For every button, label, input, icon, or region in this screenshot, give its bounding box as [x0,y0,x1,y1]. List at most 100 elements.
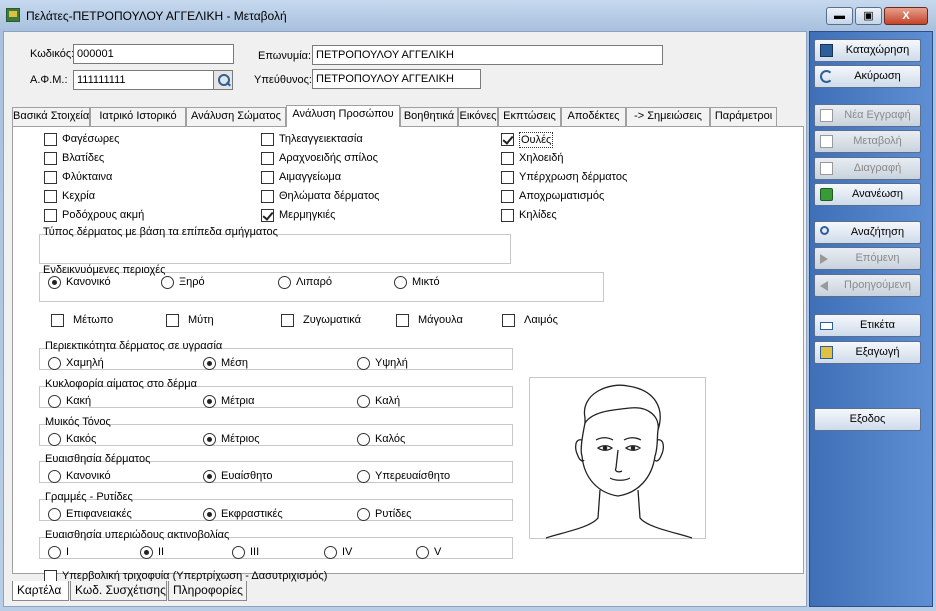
action-sidebar: Καταχώρηση Ακύρωση Νέα Εγγραφή Μεταβολή Διαγ… [809,31,933,607]
sidebar-button-3[interactable]: Νέα Εγγραφή [814,104,921,127]
condition-label: Μερμηγκιές [279,209,336,221]
tab-1[interactable]: Βασικά Στοιχεία [12,107,90,126]
face-outline-image [529,377,706,539]
radio-circle [357,470,370,483]
checkbox-box [501,133,514,146]
new-record-icon [820,109,833,122]
condition-label: Χηλοειδή [519,152,564,164]
condition-label: Αιμαγγείωμα [279,171,342,183]
uv-option-label: III [250,546,260,558]
code-field[interactable]: 000001 [73,44,234,64]
radio-circle [324,546,337,559]
bottom-tab-1[interactable]: Καρτέλα [12,581,69,601]
sidebar-button-8[interactable]: Επόμενη [814,247,921,270]
sensitivity-option-label: Κανονικό [66,470,111,482]
checkbox-box [261,171,274,184]
radio-circle [357,395,370,408]
area-label: Μύτη [188,314,214,326]
tab-6[interactable]: Εικόνες [458,107,498,126]
arrow-right-icon [820,254,828,264]
sidebar-button-label: Επόμενη [855,252,900,264]
skin-type-group [39,234,511,264]
sidebar-button-5[interactable]: Διαγραφή [814,157,921,180]
circulation-option-label: Κακή [66,395,92,407]
condition-label: Βλατίδες [62,152,105,164]
uv-option-label: II [158,546,165,558]
checkbox-box [261,133,274,146]
muscle-tone-option-label: Κακός [66,433,97,445]
checkbox-box [44,152,57,165]
afm-lookup-button[interactable] [213,70,233,90]
name-field[interactable]: ΠΕΤΡΟΠΟΥΛΟΥ ΑΓΓΕΛΙΚΗ [312,45,663,65]
wrinkles-option-label: Επιφανειακές [66,508,132,520]
checkbox-box [502,314,515,327]
responsible-field[interactable]: ΠΕΤΡΟΠΟΥΛΟΥ ΑΓΓΕΛΙΚΗ [312,69,481,89]
sensitivity-option-label: Ευαίσθητο [221,470,273,482]
edit-icon [820,135,833,148]
sidebar-button-label: Καταχώρηση [845,44,910,56]
radio-circle [48,470,61,483]
condition-label: Αποχρωματισμός [519,190,605,202]
close-button[interactable]: X [884,7,928,25]
tab-8[interactable]: Αποδέκτες [561,107,626,126]
checkbox-box [261,209,274,222]
uv-option-label: I [66,546,70,558]
tab-7[interactable]: Εκπτώσεις [498,107,561,126]
uv-option-label: V [434,546,442,558]
bottom-tab-3[interactable]: Πληροφορίες [168,581,247,601]
tab-10[interactable]: Παράμετροι [710,107,777,126]
checkbox-box [44,209,57,222]
window-title: Πελάτες-ΠΕΤΡΟΠΟΥΛΟΥ ΑΓΓΕΛΙΚΗ - Μεταβολή [26,9,287,23]
radio-circle [48,546,61,559]
sidebar-button-6[interactable]: Ανανέωση [814,183,921,206]
tab-5[interactable]: Βοηθητικά [400,107,458,126]
tab-4[interactable]: Ανάλυση Προσώπου [286,105,400,127]
sidebar-button-7[interactable]: Αναζήτηση [814,221,921,244]
minimize-button[interactable]: ▬ [826,7,853,25]
undo-icon [820,70,833,83]
radio-circle [203,395,216,408]
sidebar-button-label: Εξαγωγή [855,346,900,358]
sidebar-button-9[interactable]: Προηγούμενη [814,274,921,297]
maximize-button[interactable]: ▣ [855,7,882,25]
form-area: Κωδικός: 000001 Α.Φ.Μ.: 111111111 Επωνυμ… [3,31,807,607]
circulation-title: Κυκλοφορία αίματος στο δέρμα [45,378,197,390]
moisture-option-label: Μέση [221,357,248,369]
condition-label: Τηλεαγγειεκτασία [279,133,363,145]
tab-2[interactable]: Ιατρικό Ιστορικό [90,107,186,126]
radio-circle [203,433,216,446]
checkbox-box [44,171,57,184]
arrow-left-icon [820,281,828,291]
code-label: Κωδικός: [30,48,75,60]
sidebar-button-10[interactable]: Ετικέτα [814,314,921,337]
responsible-label: Υπεύθυνος: [254,74,312,86]
tab-9[interactable]: -> Σημειώσεις [626,107,710,126]
condition-label: Ροδόχρους ακμή [62,209,145,221]
sidebar-button-12[interactable]: Εξοδος [814,408,921,431]
sensitivity-option-label: Υπερευαίσθητο [375,470,451,482]
name-label: Επωνυμία: [258,50,312,62]
areas-group [39,272,604,302]
radio-circle [203,508,216,521]
tab-3[interactable]: Ανάλυση Σώματος [186,107,286,126]
sidebar-button-1[interactable]: Καταχώρηση [814,39,921,62]
sidebar-button-label: Ακύρωση [854,70,901,82]
radio-circle [48,433,61,446]
afm-field[interactable]: 111111111 [73,70,214,90]
checkbox-box [261,152,274,165]
sidebar-button-4[interactable]: Μεταβολή [814,130,921,153]
afm-label: Α.Φ.Μ.: [30,74,68,86]
sidebar-button-11[interactable]: Εξαγωγή [814,341,921,364]
checkbox-box [44,190,57,203]
muscle-tone-option-label: Μέτριος [221,433,260,445]
bottom-tab-2[interactable]: Κωδ. Συσχέτισης [70,581,167,601]
sidebar-button-2[interactable]: Ακύρωση [814,65,921,88]
muscle-tone-option-label: Καλός [375,433,406,445]
wrinkles-option-label: Ρυτίδες [375,508,412,520]
radio-circle [357,357,370,370]
radio-circle [48,508,61,521]
search-icon [820,226,829,235]
face-analysis-panel: Φαγέσωρες Βλατίδες Φλύκταινα Κεχρία Ροδόχρου… [12,126,804,583]
sidebar-button-label: Προηγούμενη [844,279,911,291]
checkbox-box [501,152,514,165]
